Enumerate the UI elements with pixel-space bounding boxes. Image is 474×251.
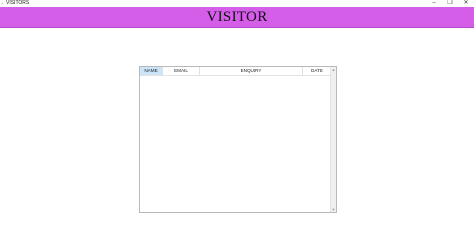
table-header: NAME EMAIL ENQUIRY DATE: [140, 67, 331, 76]
maximize-button[interactable]: ❐: [443, 0, 457, 6]
scroll-up-arrow-icon[interactable]: ▲: [331, 67, 336, 72]
header-banner: VISITOR: [0, 7, 474, 28]
column-header-date[interactable]: DATE: [303, 67, 331, 75]
window-titlebar: ⸝ VISITORS – ❐ ✕: [0, 0, 474, 7]
scroll-down-arrow-icon[interactable]: ▼: [331, 207, 336, 212]
vertical-scrollbar[interactable]: ▲ ▼: [330, 67, 336, 212]
window-title: VISITORS: [6, 0, 30, 6]
visitors-table: NAME EMAIL ENQUIRY DATE ▲ ▼: [139, 66, 337, 213]
close-button[interactable]: ✕: [459, 0, 473, 6]
page-title: VISITOR: [206, 9, 268, 25]
column-header-enquiry[interactable]: ENQUIRY: [200, 67, 303, 75]
minimize-button[interactable]: –: [427, 0, 441, 6]
feather-icon: ⸝: [1, 0, 4, 6]
column-header-email[interactable]: EMAIL: [163, 67, 200, 75]
column-header-name[interactable]: NAME: [140, 67, 163, 75]
